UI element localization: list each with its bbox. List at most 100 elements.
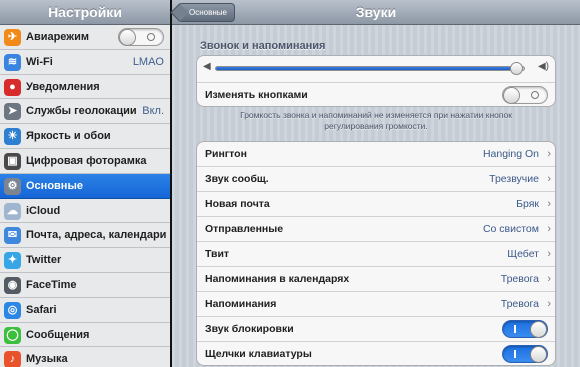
sidebar-item[interactable]: ◯ Сообщения: [0, 322, 170, 348]
main-header: Основные Звуки: [172, 0, 580, 25]
chevron-right-icon: ›: [547, 298, 551, 310]
brightness-icon: ☀: [4, 128, 21, 146]
sound-setting-value: Бряк: [516, 198, 539, 210]
sound-setting-row[interactable]: Напоминания Тревога ›: [197, 292, 555, 317]
sidebar-title: Настройки: [48, 4, 122, 20]
sidebar-item[interactable]: ⚙ Основные: [0, 173, 170, 199]
sidebar-item-label: Цифровая фоторамка: [26, 155, 147, 167]
sidebar-item-label: iCloud: [26, 204, 61, 217]
toggle-off-indicator: [147, 33, 155, 41]
ringer-group: ◀ ◀) Изменять кнопками: [196, 55, 556, 107]
chevron-right-icon: ›: [547, 173, 551, 185]
gear-icon: ⚙: [4, 177, 21, 195]
toggle-knob: [119, 29, 136, 46]
sidebar-item[interactable]: ≋ Wi-Fi LMAO: [0, 49, 170, 75]
sound-setting-value: Тревога: [500, 298, 539, 310]
sidebar-item-label: Основные: [26, 179, 83, 192]
sound-setting-label: Звук блокировки: [205, 323, 294, 335]
wifi-icon: ≋: [4, 53, 21, 71]
sidebar-item[interactable]: ➤ Службы геолокации Вкл.: [0, 99, 170, 125]
sound-setting-toggle[interactable]: [502, 320, 548, 338]
picture-frame-icon: ▣: [4, 153, 21, 170]
twitter-icon: ✦: [4, 252, 21, 270]
chevron-right-icon: ›: [547, 148, 551, 160]
speaker-low-icon: ◀: [203, 61, 211, 72]
toggle-knob: [530, 321, 547, 338]
change-with-buttons-label: Изменять кнопками: [205, 89, 308, 101]
change-with-buttons-toggle[interactable]: [502, 86, 548, 104]
sidebar-item-label: Службы геолокации: [26, 105, 137, 118]
toggle-knob: [530, 346, 547, 363]
sound-setting-row[interactable]: Звук блокировки: [197, 317, 555, 342]
sound-setting-value: Hanging On: [482, 148, 539, 160]
messages-icon: ◯: [4, 326, 21, 344]
sound-setting-row[interactable]: Щелчки клавиатуры: [197, 342, 555, 365]
notifications-icon: ●: [4, 78, 21, 96]
sidebar-item[interactable]: ▣ Цифровая фоторамка: [0, 149, 170, 174]
chevron-right-icon: ›: [547, 223, 551, 235]
sound-setting-row[interactable]: Рингтон Hanging On ›: [197, 142, 555, 167]
sidebar-item[interactable]: ◉ FaceTime: [0, 273, 170, 298]
facetime-icon: ◉: [4, 277, 21, 294]
toggle-knob: [503, 87, 520, 104]
sidebar-item-label: Почта, адреса, календари: [26, 229, 167, 242]
toggle-off-indicator: [531, 91, 539, 99]
page-title: Звуки: [355, 4, 397, 20]
toggle-on-indicator: [514, 350, 516, 358]
sidebar-item[interactable]: ♪ Музыка: [0, 347, 170, 367]
sound-setting-row[interactable]: Звук сообщ. Трезвучие ›: [197, 167, 555, 192]
ringer-volume-slider[interactable]: [215, 62, 525, 75]
music-icon: ♪: [4, 351, 21, 367]
back-button-label: Основные: [189, 8, 227, 17]
sidebar-item[interactable]: ☁ iCloud: [0, 198, 170, 224]
chevron-right-icon: ›: [547, 248, 551, 260]
sound-setting-label: Щелчки клавиатуры: [205, 348, 312, 360]
sidebar-item-label: Twitter: [26, 254, 62, 267]
section-title-ringer: Звонок и напоминания: [200, 40, 326, 52]
sidebar-item[interactable]: ✉ Почта, адреса, календари: [0, 223, 170, 249]
volume-hint: Громкость звонка и напоминаний не изменя…: [240, 110, 512, 131]
sidebar-item-label: Сообщения: [26, 328, 90, 341]
slider-thumb[interactable]: [510, 62, 523, 75]
sound-setting-label: Напоминания в календарях: [205, 273, 350, 285]
sound-setting-row[interactable]: Новая почта Бряк ›: [197, 192, 555, 217]
back-button[interactable]: Основные: [178, 3, 235, 22]
location-icon: ➤: [4, 103, 21, 121]
sidebar-item-label: Уведомления: [26, 80, 100, 93]
sound-setting-value: Со свистом: [482, 223, 539, 235]
speaker-high-icon: ◀): [537, 61, 549, 72]
sidebar-item[interactable]: ◎ Safari: [0, 297, 170, 323]
sound-setting-label: Отправленные: [205, 223, 284, 235]
sidebar-item[interactable]: ✦ Twitter: [0, 248, 170, 273]
airplane-mode-toggle[interactable]: [118, 28, 164, 46]
compass-icon: ◎: [4, 301, 21, 319]
airplane-icon: ✈: [4, 29, 21, 46]
sidebar-item-label: FaceTime: [26, 279, 77, 291]
sound-setting-label: Звук сообщ.: [205, 173, 269, 185]
sound-setting-row[interactable]: Твит Щебет ›: [197, 242, 555, 267]
sound-setting-value: Трезвучие: [489, 173, 539, 185]
sidebar-item-value: LMAO: [132, 55, 164, 68]
volume-row: ◀ ◀): [197, 56, 555, 83]
sound-setting-value: Тревога: [500, 273, 539, 285]
chevron-right-icon: ›: [547, 273, 551, 285]
sound-setting-label: Рингтон: [205, 148, 247, 160]
sound-setting-toggle[interactable]: [502, 345, 548, 363]
sound-setting-row[interactable]: Напоминания в календарях Тревога ›: [197, 267, 555, 292]
sounds-group: Рингтон Hanging On › Звук сообщ. Трезвучие › Н…: [196, 141, 556, 366]
sidebar-item-label: Авиарежим: [26, 31, 89, 43]
cloud-icon: ☁: [4, 202, 21, 220]
sidebar-item-label: Wi-Fi: [26, 55, 53, 68]
sidebar-item-value: Вкл.: [142, 105, 164, 118]
sidebar-item-label: Яркость и обои: [26, 130, 111, 143]
mail-icon: ✉: [4, 227, 21, 245]
sidebar-item[interactable]: ✈ Авиарежим: [0, 25, 170, 50]
sidebar-item[interactable]: ● Уведомления: [0, 74, 170, 100]
sidebar-item[interactable]: ☀ Яркость и обои: [0, 124, 170, 149]
sidebar-header: Настройки: [0, 0, 170, 25]
sound-setting-label: Твит: [205, 248, 230, 260]
sidebar-item-label: Музыка: [26, 353, 68, 366]
slider-fill: [216, 67, 517, 70]
sound-setting-row[interactable]: Отправленные Со свистом ›: [197, 217, 555, 242]
sidebar-item-label: Safari: [26, 303, 57, 316]
